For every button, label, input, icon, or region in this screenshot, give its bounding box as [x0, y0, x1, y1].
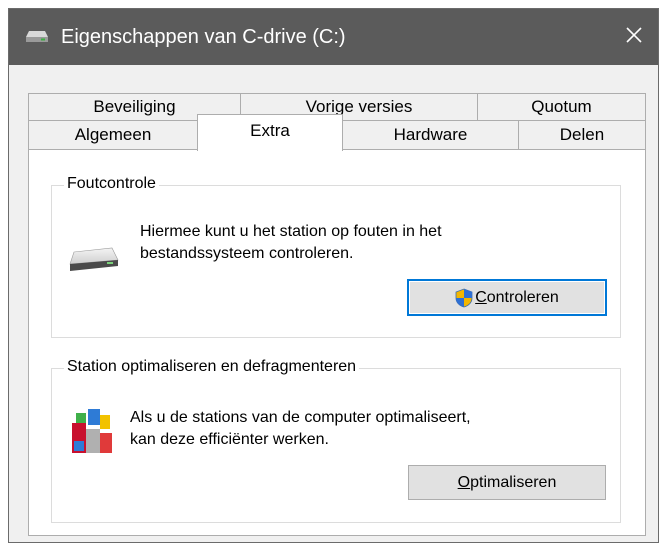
optimize-group: Station optimaliseren en defragmenteren … [51, 358, 621, 523]
error-check-description-line1: Hiermee kunt u het station op fouten in … [140, 223, 442, 240]
window-title: Eigenschappen van C-drive (C:) [61, 26, 346, 48]
error-check-description-line2: bestandssysteem controleren. [140, 245, 354, 262]
tab-content-extra: Foutcontrole Hiermee kunt u het station [28, 149, 646, 536]
title-bar[interactable]: Eigenschappen van C-drive (C:) [9, 9, 658, 65]
properties-dialog: Eigenschappen van C-drive (C:) Beveiligi… [8, 8, 659, 543]
tab-quotum[interactable]: Quotum [477, 93, 646, 121]
close-icon [626, 26, 642, 48]
check-button-label: Controleren [475, 288, 559, 306]
drive-icon [25, 27, 49, 50]
tab-algemeen[interactable]: Algemeen [28, 120, 198, 150]
uac-shield-icon [455, 288, 473, 308]
defragment-icon [68, 401, 116, 462]
tab-delen[interactable]: Delen [518, 120, 646, 150]
tab-hardware[interactable]: Hardware [342, 120, 519, 150]
optimize-button[interactable]: Optimaliseren [408, 465, 606, 500]
tab-extra[interactable]: Extra [197, 114, 343, 151]
error-check-group: Foutcontrole Hiermee kunt u het station [51, 175, 621, 338]
optimize-description-line1: Als u de stations van de computer optima… [130, 409, 471, 426]
optimize-legend: Station optimaliseren en defragmenteren [64, 358, 360, 376]
error-check-legend: Foutcontrole [64, 175, 159, 193]
hard-drive-icon [68, 246, 120, 281]
optimize-description-line2: kan deze efficiënter werken. [130, 431, 329, 448]
optimize-button-label: Optimaliseren [457, 473, 557, 491]
close-button[interactable] [610, 9, 658, 65]
check-button[interactable]: Controleren [407, 279, 607, 316]
